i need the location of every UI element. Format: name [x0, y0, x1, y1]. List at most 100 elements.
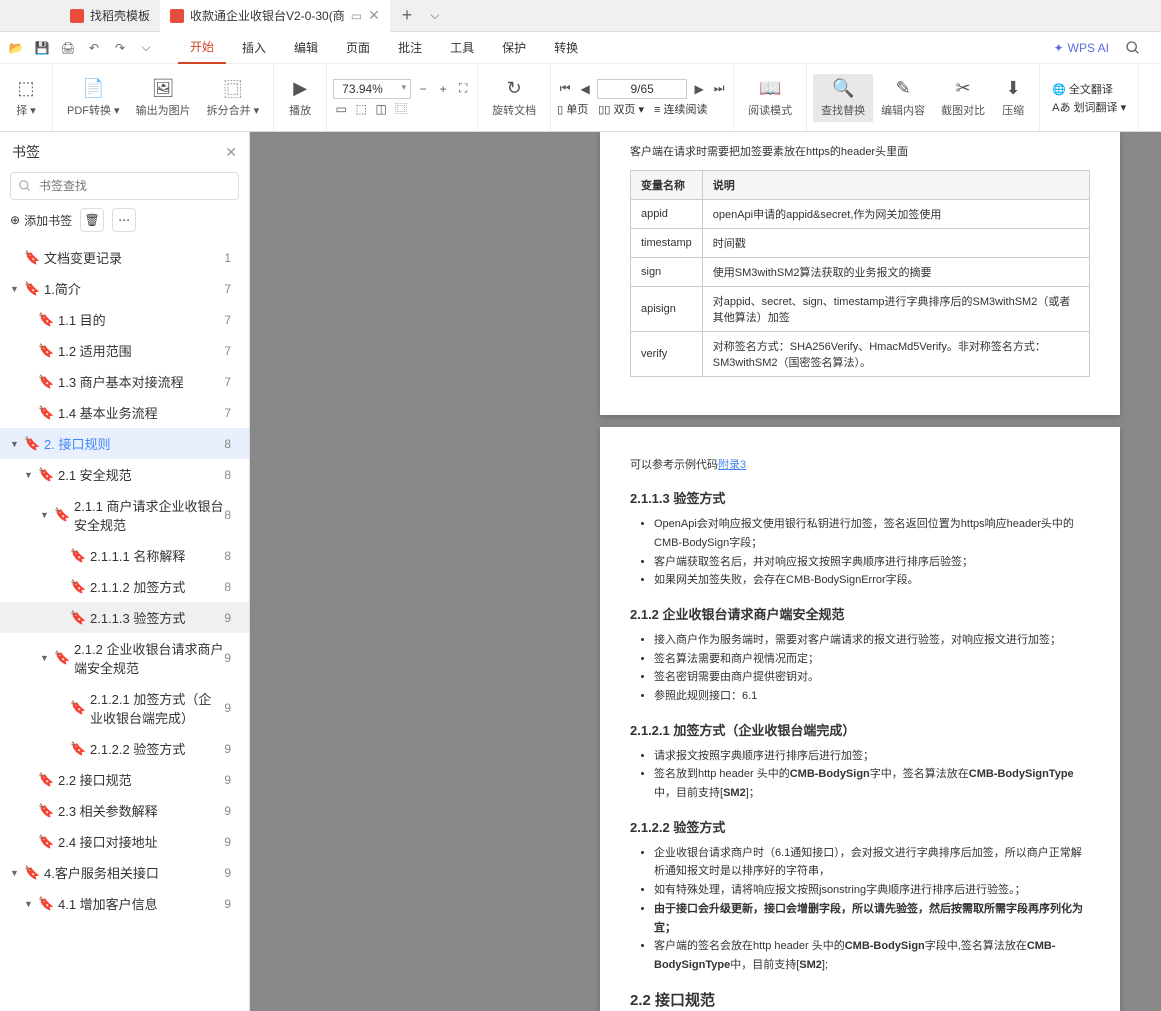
bookmark-icon: 🔖	[38, 896, 52, 912]
bookmark-label: 2.4 接口对接地址	[58, 832, 224, 851]
find-replace-button[interactable]: 🔍 查找替换	[813, 74, 873, 122]
tree-toggle-icon[interactable]: ▼	[24, 470, 36, 480]
menu-annotate[interactable]: 批注	[386, 32, 434, 64]
bookmark-item[interactable]: 🔖1.2 适用范围7	[0, 335, 249, 366]
bookmark-item[interactable]: ▼🔖2.1.1 商户请求企业收银台安全规范8	[0, 490, 249, 540]
split-merge-button[interactable]: ⿴ 拆分合并 ▾	[199, 74, 268, 122]
bookmark-item[interactable]: 🔖2.3 相关参数解释9	[0, 795, 249, 826]
bookmark-item[interactable]: ▼🔖4.客户服务相关接口9	[0, 857, 249, 888]
menu-edit[interactable]: 编辑	[282, 32, 330, 64]
tab-document[interactable]: 收款通企业收银台V2-0-30(商 ▭ ✕	[160, 0, 390, 32]
open-icon[interactable]: 📂	[8, 40, 24, 56]
bookmark-label: 2. 接口规则	[44, 434, 224, 453]
reading-mode-button[interactable]: 📖 阅读模式	[740, 74, 800, 122]
menu-protect[interactable]: 保护	[490, 32, 538, 64]
single-page-button[interactable]: ▯ 单页	[557, 101, 588, 117]
bookmark-item[interactable]: 🔖2.1.1.3 验签方式9	[0, 602, 249, 633]
first-page-icon[interactable]: ⏮	[557, 81, 573, 97]
zoom-combo[interactable]: 73.94%	[333, 79, 411, 99]
appendix-link[interactable]: 附录3	[718, 459, 746, 471]
bookmark-item[interactable]: ▼🔖2.1 安全规范8	[0, 459, 249, 490]
bookmark-item[interactable]: 🔖1.3 商户基本对接流程7	[0, 366, 249, 397]
menu-tools[interactable]: 工具	[438, 32, 486, 64]
view-icon-3[interactable]: ◫	[373, 101, 389, 117]
bookmark-item[interactable]: 🔖2.2 接口规范9	[0, 764, 249, 795]
double-page-button[interactable]: ▯▯ 双页 ▾	[598, 101, 644, 117]
more-icon[interactable]: ⋯	[112, 208, 136, 232]
tree-toggle-icon[interactable]: ▼	[10, 868, 22, 878]
bookmark-item[interactable]: 🔖2.4 接口对接地址9	[0, 826, 249, 857]
bookmark-item[interactable]: ▼🔖2. 接口规则8	[0, 428, 249, 459]
zoom-in-icon[interactable]: +	[435, 81, 451, 97]
view-icon-1[interactable]: ▭	[333, 101, 349, 117]
search-icon[interactable]	[1113, 40, 1153, 56]
window-icon[interactable]: ▭	[351, 9, 362, 23]
select-button[interactable]: ⬚ 择 ▾	[6, 74, 46, 122]
output-image-button[interactable]: 🖼 输出为图片	[128, 74, 199, 122]
bookmark-search-input[interactable]	[10, 172, 239, 200]
bookmark-icon: 🔖	[70, 610, 84, 626]
print-icon[interactable]: 🖨	[60, 40, 76, 56]
heading-2122: 2.1.2.2 验签方式	[630, 817, 1090, 836]
rotate-button[interactable]: ↻ 旋转文档	[484, 74, 544, 122]
edit-content-button[interactable]: ✎ 编辑内容	[873, 74, 933, 122]
save-icon[interactable]: 💾	[34, 40, 50, 56]
bookmark-item[interactable]: ▼🔖2.1.2 企业收银台请求商户端安全规范9	[0, 633, 249, 683]
tree-toggle-icon[interactable]: ▼	[10, 439, 22, 449]
full-translate-button[interactable]: 🌐 全文翻译	[1052, 81, 1126, 97]
bookmark-label: 2.2 接口规范	[58, 770, 224, 789]
last-page-icon[interactable]: ⏭	[711, 81, 727, 97]
play-button[interactable]: ▶ 播放	[280, 74, 320, 122]
bookmark-item[interactable]: 🔖1.1 目的7	[0, 304, 249, 335]
prev-page-icon[interactable]: ◀	[577, 81, 593, 97]
delete-icon[interactable]: 🗑	[80, 208, 104, 232]
close-icon[interactable]: ✕	[368, 7, 380, 24]
page-indicator[interactable]: 9/65	[597, 79, 687, 99]
menu-start[interactable]: 开始	[178, 32, 226, 64]
bookmark-item[interactable]: ▼🔖4.1 增加客户信息9	[0, 888, 249, 919]
tab-template[interactable]: 找稻壳模板	[60, 0, 160, 32]
close-icon[interactable]: ✕	[225, 144, 237, 161]
bookmark-icon: 🔖	[38, 467, 52, 483]
continuous-button[interactable]: ≡ 连续阅读	[654, 101, 707, 117]
pdf-convert-button[interactable]: 📄 PDF转换 ▾	[59, 74, 128, 122]
tree-toggle-icon[interactable]: ▼	[40, 510, 52, 520]
compress-button[interactable]: ⬇ 压缩	[993, 74, 1033, 122]
menu-convert[interactable]: 转换	[542, 32, 590, 64]
redo-icon[interactable]: ↷	[112, 40, 128, 56]
tree-toggle-icon[interactable]: ▼	[40, 653, 52, 663]
bookmark-item[interactable]: ▼🔖1.简介7	[0, 273, 249, 304]
bookmark-item[interactable]: 🔖2.1.2.1 加签方式（企业收银台端完成）9	[0, 683, 249, 733]
tree-toggle-icon[interactable]: ▼	[24, 899, 36, 909]
bookmark-icon: 🔖	[38, 803, 52, 819]
undo-icon[interactable]: ↶	[86, 40, 102, 56]
tab-dropdown[interactable]: ⌵	[424, 8, 445, 23]
more-icon[interactable]: ⌵	[138, 40, 154, 56]
tab-icon-1	[70, 9, 84, 23]
heading-2113: 2.1.1.3 验签方式	[630, 488, 1090, 507]
view-icon-2[interactable]: ⬚	[353, 101, 369, 117]
bookmark-item[interactable]: 🔖文档变更记录1	[0, 242, 249, 273]
tab-label: 找稻壳模板	[90, 7, 150, 24]
add-bookmark-button[interactable]: ⊕ 添加书签	[10, 212, 72, 229]
document-viewport[interactable]: 客户端在请求时需要把加签要素放在https的header头里面 变量名称说明 a…	[250, 132, 1161, 1011]
bookmark-icon: 🔖	[38, 772, 52, 788]
bookmark-label: 1.2 适用范围	[58, 341, 224, 360]
bookmark-item[interactable]: 🔖2.1.1.1 名称解释8	[0, 540, 249, 571]
tree-toggle-icon[interactable]: ▼	[10, 284, 22, 294]
bookmark-item[interactable]: 🔖2.1.1.2 加签方式8	[0, 571, 249, 602]
zoom-out-icon[interactable]: −	[415, 81, 431, 97]
fit-icon[interactable]: ⛶	[455, 81, 471, 97]
menu-insert[interactable]: 插入	[230, 32, 278, 64]
bookmark-item[interactable]: 🔖2.1.2.2 验签方式9	[0, 733, 249, 764]
view-icon-4[interactable]: ⿴	[393, 101, 409, 117]
bookmark-page: 8	[224, 580, 239, 594]
bookmark-item[interactable]: 🔖1.4 基本业务流程7	[0, 397, 249, 428]
wps-ai-button[interactable]: ✦ WPS AI	[1054, 41, 1109, 55]
next-page-icon[interactable]: ▶	[691, 81, 707, 97]
word-translate-button[interactable]: Aあ 划词翻译 ▾	[1052, 99, 1126, 115]
table-cell: 对appid、secret、sign、timestamp进行字典排序后的SM3w…	[702, 286, 1089, 331]
screenshot-compare-button[interactable]: ✂ 截图对比	[933, 74, 993, 122]
menu-page[interactable]: 页面	[334, 32, 382, 64]
tab-add-button[interactable]: +	[390, 5, 425, 26]
